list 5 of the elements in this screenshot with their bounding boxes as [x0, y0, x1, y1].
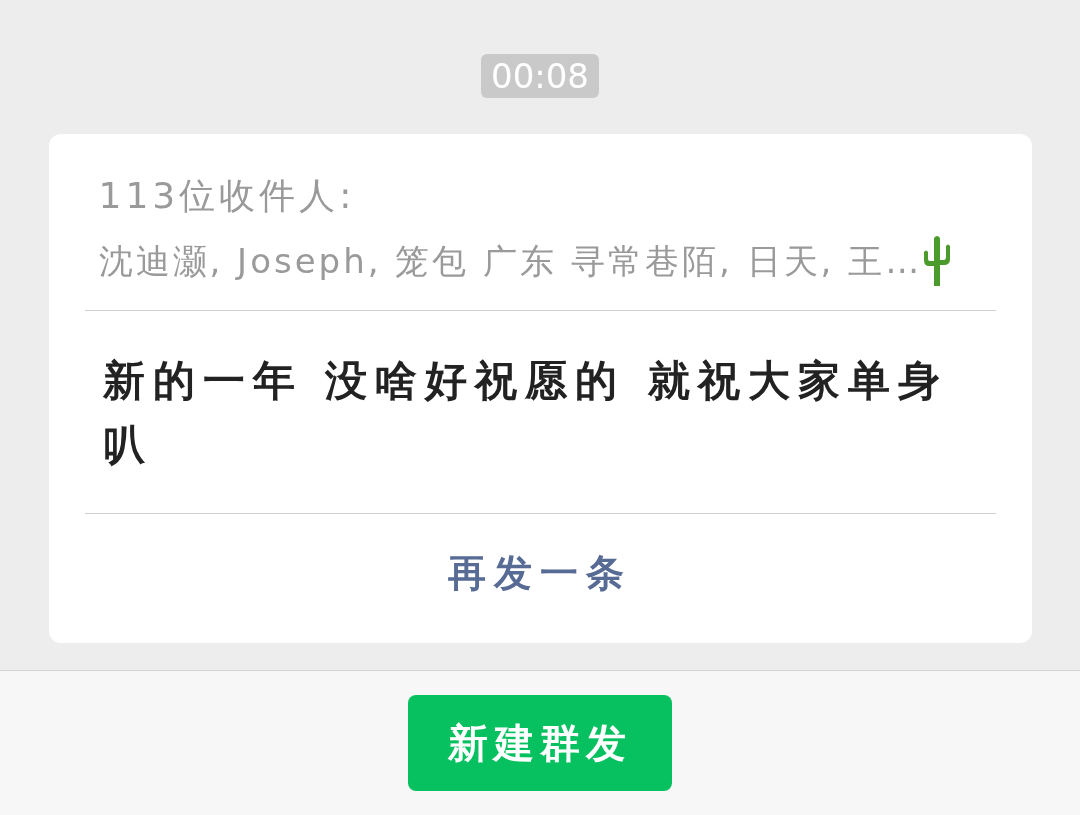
cactus-icon: [924, 234, 951, 288]
message-text: 新的一年 没啥好祝愿的 就祝大家单身叭: [84, 311, 996, 514]
recipients-label: 113位收件人:: [98, 174, 357, 218]
resend-link[interactable]: 再发一条: [444, 544, 636, 603]
recipients-list: 沈迪灏, Joseph, 笼包 广东 寻常巷陌, 日天, 王…: [98, 237, 923, 285]
